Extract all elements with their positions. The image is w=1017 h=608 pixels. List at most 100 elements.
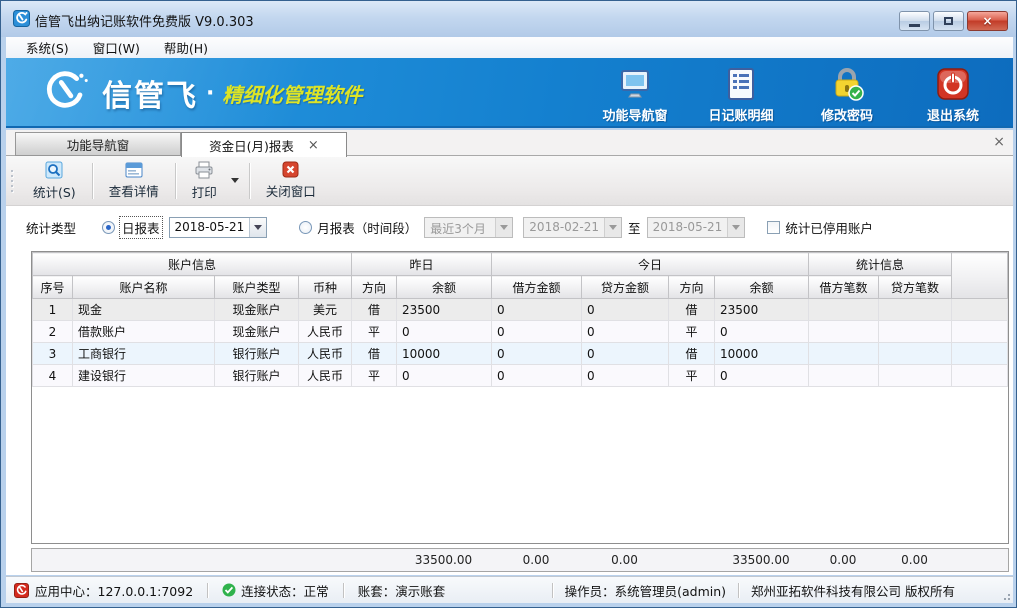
report-work-area: 账户信息 昨日 今日 统计信息 序号 账户名称 账户类型 币种 方向 余额 借方… <box>6 249 1013 575</box>
status-separator <box>207 583 208 598</box>
maximize-icon <box>944 17 953 25</box>
start-date-value: 2018-02-21 <box>524 218 604 237</box>
app-window: 信管飞出纳记账软件免费版 V9.0.303 × 系统(S) 窗口(W) 帮助(H… <box>0 0 1017 608</box>
report-grid: 账户信息 昨日 今日 统计信息 序号 账户名称 账户类型 币种 方向 余额 借方… <box>31 251 1009 544</box>
close-window-label: 关闭窗口 <box>266 181 316 200</box>
brand-name: 信管飞 <box>102 71 198 115</box>
status-connection: 连接状态：正常 <box>241 581 329 600</box>
group-today: 今日 <box>492 253 809 276</box>
statistics-button[interactable]: 统计(S) <box>19 158 90 204</box>
brand-logo-icon <box>44 70 92 116</box>
tab-fund-report[interactable]: 资金日(月)报表 × <box>181 132 347 157</box>
print-button[interactable]: 打印 <box>178 158 231 204</box>
summary-bar: 33500.00 0.00 0.00 33500.00 0.00 0.00 <box>31 548 1009 572</box>
daily-report-radio[interactable] <box>102 221 115 234</box>
col-balance-y: 余额 <box>397 276 492 299</box>
monitor-icon <box>617 66 653 102</box>
brand-block: 信管飞 · 精细化管理软件 <box>44 70 362 116</box>
summary-today-credit: 0.00 <box>581 549 668 571</box>
details-icon <box>125 162 143 178</box>
nav-window-label: 功能导航窗 <box>602 105 667 124</box>
col-debit-count: 借方笔数 <box>809 276 879 299</box>
monthly-report-radio[interactable] <box>299 221 312 234</box>
view-details-button[interactable]: 查看详情 <box>95 159 173 203</box>
toolbar-separator <box>249 163 250 199</box>
daily-date-select[interactable]: 2018-05-21 <box>169 217 268 238</box>
col-currency: 币种 <box>299 276 352 299</box>
tabstrip-close-icon[interactable]: × <box>993 134 1005 150</box>
exit-system-label: 退出系统 <box>927 105 979 124</box>
table-row[interactable]: 4 建设银行 银行账户 人民币 平 0 0 0 平 0 <box>33 365 1008 387</box>
col-debit-amount: 借方金额 <box>492 276 582 299</box>
minimize-button[interactable] <box>899 11 930 31</box>
status-bar: 应用中心：127.0.0.1:7092 连接状态：正常 账套：演示账套 操作员：… <box>6 576 1013 603</box>
table-row[interactable]: 2 借款账户 现金账户 人民币 平 0 0 0 平 0 <box>33 321 1008 343</box>
menu-system[interactable]: 系统(S) <box>14 36 81 59</box>
col-account-type: 账户类型 <box>215 276 299 299</box>
menu-help[interactable]: 帮助(H) <box>152 36 220 59</box>
toolbar: 统计(S) 查看详情 打印 <box>6 156 1013 206</box>
daily-date-dropdown-icon[interactable] <box>249 218 266 237</box>
close-red-icon <box>282 161 299 178</box>
monthly-report-label[interactable]: 月报表（时间段） <box>317 218 417 237</box>
close-button[interactable]: × <box>967 11 1008 31</box>
include-disabled-checkbox[interactable] <box>767 221 780 234</box>
close-icon: × <box>982 14 992 28</box>
banner-actions: 功能导航窗 日记账明细 <box>595 66 993 124</box>
close-window-button[interactable]: 关闭窗口 <box>252 158 330 203</box>
summary-credit-count: 0.00 <box>878 549 951 571</box>
exit-system-button[interactable]: 退出系统 <box>913 66 993 124</box>
start-date-select: 2018-02-21 <box>523 217 622 238</box>
toolbar-separator <box>175 163 176 199</box>
power-icon <box>935 66 971 102</box>
tab-nav-window[interactable]: 功能导航窗 <box>15 132 181 156</box>
tab-nav-window-label: 功能导航窗 <box>67 135 130 154</box>
status-app-center: 应用中心：127.0.0.1:7092 <box>35 581 193 600</box>
grid-group-header-row: 账户信息 昨日 今日 统计信息 <box>33 253 1008 276</box>
maximize-button[interactable] <box>933 11 964 31</box>
connection-ok-icon <box>222 583 236 597</box>
end-date-value: 2018-05-21 <box>648 218 728 237</box>
col-account-name: 账户名称 <box>73 276 215 299</box>
tab-close-icon[interactable]: × <box>308 139 319 152</box>
view-details-label: 查看详情 <box>109 181 159 200</box>
journal-icon <box>723 66 759 102</box>
daily-report-label[interactable]: 日报表 <box>119 216 163 239</box>
brand-dot: · <box>206 81 214 106</box>
printer-icon <box>194 161 214 179</box>
group-account-info: 账户信息 <box>33 253 352 276</box>
status-logo-icon <box>14 583 29 598</box>
stat-type-label: 统计类型 <box>26 218 76 237</box>
lock-icon <box>829 66 865 102</box>
col-seq: 序号 <box>33 276 73 299</box>
nav-window-button[interactable]: 功能导航窗 <box>595 66 675 124</box>
window-title: 信管飞出纳记账软件免费版 V9.0.303 <box>35 11 254 30</box>
col-credit-count: 贷方笔数 <box>879 276 952 299</box>
col-direction-y: 方向 <box>352 276 397 299</box>
end-date-select: 2018-05-21 <box>647 217 746 238</box>
journal-detail-label: 日记账明细 <box>708 105 773 124</box>
menu-window[interactable]: 窗口(W) <box>81 36 152 59</box>
table-row[interactable]: 3 工商银行 银行账户 人民币 借 10000 0 0 借 10000 <box>33 343 1008 365</box>
toolbar-separator <box>92 163 93 199</box>
brand-banner: 信管飞 · 精细化管理软件 功能导航窗 <box>6 58 1013 128</box>
menu-bar: 系统(S) 窗口(W) 帮助(H) <box>6 37 1013 58</box>
brand-tagline: 精细化管理软件 <box>222 79 362 108</box>
col-credit-amount: 贷方金额 <box>582 276 669 299</box>
summary-today-balance: 33500.00 <box>714 549 808 571</box>
to-label: 至 <box>628 218 641 237</box>
journal-detail-button[interactable]: 日记账明细 <box>701 66 781 124</box>
print-dropdown-arrow-icon[interactable] <box>231 178 239 183</box>
resize-grip[interactable] <box>998 588 1010 600</box>
status-separator <box>343 583 344 598</box>
include-disabled-label[interactable]: 统计已停用账户 <box>785 218 873 237</box>
filter-bar: 统计类型 日报表 2018-05-21 月报表（时间段） 最近3个月 2018-… <box>6 206 1013 249</box>
toolbar-grip[interactable] <box>11 170 13 192</box>
table-row[interactable]: 1 现金 现金账户 美元 借 23500 0 0 借 23500 <box>33 299 1008 321</box>
col-direction-t: 方向 <box>669 276 715 299</box>
change-password-button[interactable]: 修改密码 <box>807 66 887 124</box>
range-preset-dropdown-icon <box>495 218 512 237</box>
col-balance-t: 余额 <box>715 276 809 299</box>
minimize-icon <box>909 24 920 27</box>
range-preset-value: 最近3个月 <box>425 218 495 237</box>
